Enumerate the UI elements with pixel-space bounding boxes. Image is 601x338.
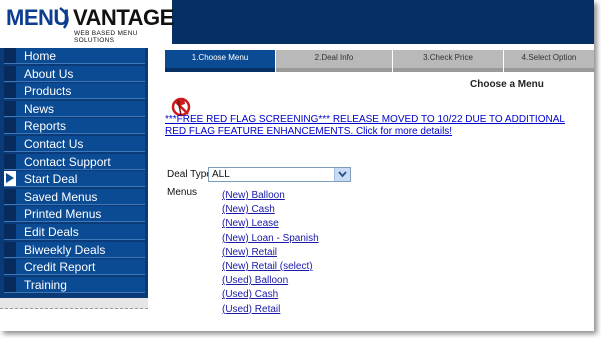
sidebar-item-label: Contact Us <box>24 137 84 151</box>
sidebar-marker <box>4 83 16 99</box>
sidebar-marker <box>4 65 16 81</box>
sidebar-item-label: Saved Menus <box>24 189 98 204</box>
sidebar-item-products[interactable]: Products <box>4 83 145 100</box>
sidebar-marker <box>4 100 16 116</box>
sidebar-item-label: Biweekly Deals <box>24 242 106 257</box>
tab-underline <box>165 68 275 72</box>
menu-link-used-retail[interactable]: (Used) Retail <box>222 304 280 315</box>
sidebar-marker <box>4 188 16 204</box>
logo-tagline: WEB BASED MENU SOLUTIONS <box>74 30 138 44</box>
sidebar-footer <box>0 298 148 309</box>
sidebar-item-label: Reports <box>24 119 67 134</box>
sidebar-marker <box>4 48 16 63</box>
deal-types-select[interactable]: ALL <box>208 167 351 182</box>
dropdown-arrow-button[interactable] <box>334 168 350 181</box>
sidebar-marker <box>4 206 16 222</box>
sidebar-item-reports[interactable]: Reports <box>4 118 145 135</box>
sidebar-item-about-us[interactable]: About Us <box>4 65 145 82</box>
sidebar-item-label: Edit Deals <box>24 225 79 239</box>
sidebar-item-contact-us[interactable]: Contact Us <box>4 136 145 152</box>
menu-link-used-cash[interactable]: (Used) Cash <box>222 289 278 300</box>
tab-underline <box>393 68 503 72</box>
sidebar-marker <box>4 118 16 134</box>
app-window: MENU VANTAGE WEB BASED MENU SOLUTIONS Ho… <box>0 0 594 331</box>
sidebar-marker <box>4 276 16 292</box>
tab-choose-menu[interactable]: 1.Choose Menu <box>165 50 275 72</box>
header-bar: MENU VANTAGE WEB BASED MENU SOLUTIONS <box>0 0 594 44</box>
sidebar-item-biweekly-deals[interactable]: Biweekly Deals <box>4 241 145 258</box>
sidebar-item-training[interactable]: Training <box>4 276 145 293</box>
sidebar-marker <box>4 259 16 275</box>
tab-label: 2.Deal Info <box>314 53 354 62</box>
menu-link-new-retail[interactable]: (New) Retail <box>222 247 277 258</box>
sidebar-item-news[interactable]: News <box>4 100 145 117</box>
sidebar-item-printed-menus[interactable]: Printed Menus <box>4 206 145 223</box>
tab-select-option[interactable]: 4.Select Option <box>504 50 594 72</box>
red-flag-announcement-link[interactable]: ***FREE RED FLAG SCREENING*** RELEASE MO… <box>165 114 585 138</box>
sidebar-item-label: Credit Report <box>24 260 96 275</box>
sidebar-item-edit-deals[interactable]: Edit Deals <box>4 224 145 240</box>
sidebar-item-label: Products <box>24 84 72 99</box>
tab-underline <box>276 68 392 72</box>
sidebar-marker <box>4 241 16 257</box>
tab-underline <box>504 68 594 72</box>
sidebar-marker-active <box>4 171 16 187</box>
sidebar-item-label: Printed Menus <box>24 207 102 222</box>
sidebar-item-start-deal[interactable]: Start Deal <box>4 171 145 188</box>
tab-deal-info[interactable]: 2.Deal Info <box>276 50 392 72</box>
sidebar-item-contact-support[interactable]: Contact Support <box>4 153 145 170</box>
tab-label: 4.Select Option <box>521 53 577 62</box>
menu-link-new-retail-select[interactable]: (New) Retail (select) <box>222 261 313 272</box>
menu-link-new-lease[interactable]: (New) Lease <box>222 218 279 229</box>
logo-word-vantage: VANTAGE <box>73 5 174 30</box>
menu-link-new-cash[interactable]: (New) Cash <box>222 204 275 215</box>
menus-label: Menus <box>167 187 198 198</box>
menu-link-new-loan-spanish[interactable]: (New) Loan - Spanish <box>222 233 319 244</box>
tab-label: 3.Check Price <box>423 53 473 62</box>
sidebar-item-credit-report[interactable]: Credit Report <box>4 259 145 276</box>
menu-link-used-balloon[interactable]: (Used) Balloon <box>222 275 288 286</box>
sidebar-marker <box>4 136 16 151</box>
play-arrow-icon <box>6 173 14 184</box>
sidebar-item-label: Home <box>24 49 57 63</box>
tab-check-price[interactable]: 3.Check Price <box>393 50 503 72</box>
page-title: Choose a Menu <box>470 79 544 90</box>
sidebar-marker <box>4 224 16 239</box>
sidebar-item-home[interactable]: Home <box>4 48 145 64</box>
sidebar-item-label: Training <box>24 277 67 292</box>
sidebar-item-label: About Us <box>24 66 74 81</box>
sidebar-nav: Home About Us Products News Reports Cont… <box>0 48 148 298</box>
sidebar-item-label: Contact Support <box>24 154 111 169</box>
menu-link-new-balloon[interactable]: (New) Balloon <box>222 190 285 201</box>
tab-label: 1.Choose Menu <box>191 53 249 62</box>
deal-types-value: ALL <box>212 169 230 180</box>
chevron-down-icon <box>338 171 347 178</box>
sidebar-marker <box>4 153 16 169</box>
sidebar-item-label: Start Deal <box>24 172 78 187</box>
sidebar-item-label: News <box>24 101 55 116</box>
sidebar-item-saved-menus[interactable]: Saved Menus <box>4 188 145 205</box>
logo[interactable]: MENU VANTAGE WEB BASED MENU SOLUTIONS <box>0 0 174 44</box>
